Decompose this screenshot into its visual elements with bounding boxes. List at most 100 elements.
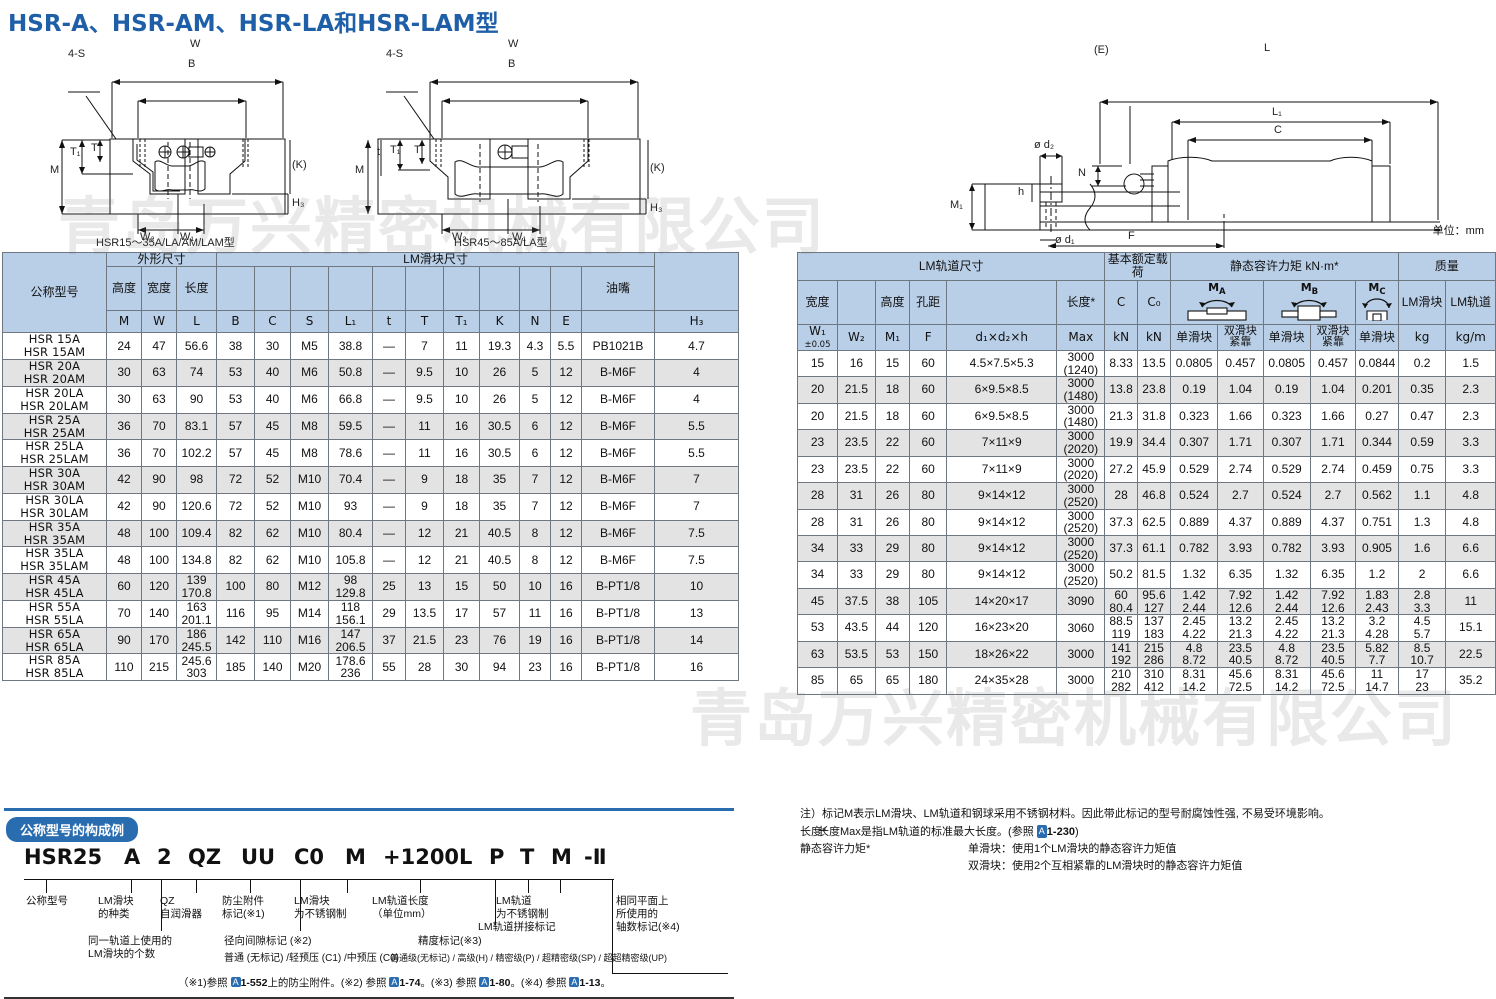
cell-MB1: 0.782: [1262, 534, 1311, 563]
cell-nipple: B-M6F: [581, 519, 655, 548]
th-MB-symbol: M: [1300, 281, 1312, 295]
cell-B: 72: [216, 492, 255, 521]
cell-T: 12: [405, 546, 444, 575]
cell-MA2: 0.457: [1217, 349, 1264, 378]
code-token-qz: QZ: [188, 845, 222, 869]
cell-E: 12: [550, 519, 582, 548]
note-moment-label: 静态容许力矩*: [800, 843, 871, 855]
cell-L: 120.6: [176, 492, 217, 521]
th-rail-pitch: 孔距: [909, 279, 948, 325]
cell-H3: 7: [654, 492, 739, 521]
legend-accuracy-detail: 普通级(无标记) / 高级(H) / 精密级(P) / 超精密级(SP) / 超…: [390, 953, 667, 963]
section-divider: [4, 808, 734, 811]
cell-M1: 26: [874, 508, 911, 536]
cell-C: 110: [254, 626, 291, 655]
cell-T1: 18: [443, 492, 480, 521]
th-MC-symbol: M: [1368, 281, 1380, 295]
cell-MA2: 6.35: [1217, 561, 1264, 589]
cell-MC: 0.0844: [1355, 349, 1399, 378]
cell-N: 10: [519, 573, 551, 601]
cell-t: —: [372, 546, 406, 575]
table-row: HSR 35A HSR 35AM 48 100 109.4 82 62 M10 80.4—12 2…: [2, 519, 739, 548]
cell-Max: 3000 (2520): [1056, 561, 1106, 589]
cell-C0: 46.8: [1136, 482, 1172, 510]
th-unit-kgm: kg/m: [1445, 323, 1496, 351]
cell-C0: 137 183: [1136, 614, 1172, 642]
cell-N: 6: [519, 439, 551, 468]
cell-T1: 15: [443, 573, 480, 601]
cell-T: 9: [405, 492, 444, 521]
cell-W: 90: [141, 466, 177, 494]
cell-mb: 17 23: [1397, 667, 1447, 695]
cell-H3: 7: [654, 466, 739, 494]
cell-T: 7: [405, 332, 444, 361]
cell-N: 6: [519, 412, 551, 441]
cell-B: 82: [216, 546, 255, 575]
cell-B: 72: [216, 466, 255, 494]
cell-F: 180: [909, 667, 948, 695]
cell-W1: 85: [797, 667, 838, 695]
cell-L: 74: [176, 359, 217, 387]
cell-mr: 2.3: [1445, 402, 1496, 431]
cell-dims: 24×35×28: [946, 667, 1058, 695]
th-model: 公称型号: [2, 251, 107, 334]
cell-S: M6: [290, 359, 329, 387]
diagram-caption-right: HSR45～85A/LA型: [454, 237, 548, 249]
cell-C: 62: [254, 546, 291, 575]
legend-axis-count: 相同平面上 所使用的 轴数标记(※4): [616, 895, 680, 934]
cell-C: 88.5 119: [1104, 614, 1138, 642]
code-token-axis-count: -Ⅱ: [584, 845, 607, 869]
cell-W2: 37.5: [836, 587, 876, 616]
cell-M1: 44: [874, 614, 911, 642]
table-row: 23 23.5 22 60 7×11×9 3000 (2020) 27.2 45.9 0.529 2…: [797, 455, 1496, 484]
th-MA-single: 单滑块: [1170, 323, 1219, 351]
cell-M: 48: [106, 546, 142, 575]
cell-B: 100: [216, 573, 255, 601]
cell-L1: 38.8: [328, 332, 373, 361]
cell-MA2: 2.7: [1217, 482, 1264, 510]
cell-W: 47: [141, 332, 177, 361]
cell-K: 40.5: [479, 519, 520, 548]
cell-C: 21.3: [1104, 402, 1138, 431]
cell-W2: 65: [836, 667, 876, 695]
table-row: 34 33 29 80 9×14×12 3000 (2520) 50.2 81.5 1.32 6.3…: [797, 561, 1496, 589]
th-sym-W1: W₁ ±0.05: [797, 323, 838, 351]
cell-C: 19.9: [1104, 429, 1138, 457]
cell-C0: 34.4: [1136, 429, 1172, 457]
cell-mr: 1.5: [1445, 349, 1496, 378]
cell-MB2: 0.457: [1309, 349, 1357, 378]
cell-C: 27.2: [1104, 455, 1138, 484]
table-row: 85 65 65 180 24×35×28 3000 210 282 310 412 8.31 14.…: [797, 667, 1496, 695]
legend-accuracy: 精度标记(※3): [418, 935, 482, 947]
cell-C: 95: [254, 599, 291, 628]
th-b-blank: [216, 266, 255, 312]
cell-C: 52: [254, 492, 291, 521]
th-sym-C: C: [1104, 279, 1138, 325]
cell-C: 13.8: [1104, 376, 1138, 404]
cell-F: 60: [909, 429, 948, 457]
cell-M: 42: [106, 492, 142, 521]
th-sym-L: L: [176, 310, 217, 334]
label-C: C: [1274, 124, 1282, 136]
cell-MB2: 13.2 21.3: [1309, 614, 1357, 642]
cell-M: 42: [106, 466, 142, 494]
cell-MB1: 0.0805: [1262, 349, 1311, 378]
cell-W2: 16: [836, 349, 876, 378]
th-sym-K: K: [479, 310, 520, 334]
left-data-table-container: 公称型号 外形尺寸 LM滑块尺寸 高度 宽度 长度 油嘴 M W L B C S…: [2, 251, 739, 682]
cell-mb: 0.2: [1397, 349, 1447, 378]
cell-Max: 3000 (1480): [1056, 376, 1106, 404]
cell-C0: 81.5: [1136, 561, 1172, 589]
th-T1-blank: [443, 266, 480, 312]
legend-qz: QZ 自润滑器: [160, 895, 202, 921]
th-unit-C0: kN: [1136, 323, 1172, 351]
reference-marker: A: [479, 977, 490, 987]
cell-MA1: 0.307: [1170, 429, 1219, 457]
cell-W: 140: [141, 599, 177, 628]
cell-L: 56.6: [176, 332, 217, 361]
cell-L1: 147 206.5: [328, 626, 373, 655]
cell-MB2: 7.92 12.6: [1309, 587, 1357, 616]
th-length: 长度: [176, 266, 217, 312]
th-outline-group: 外形尺寸: [106, 251, 217, 268]
cell-N: 5: [519, 385, 551, 414]
